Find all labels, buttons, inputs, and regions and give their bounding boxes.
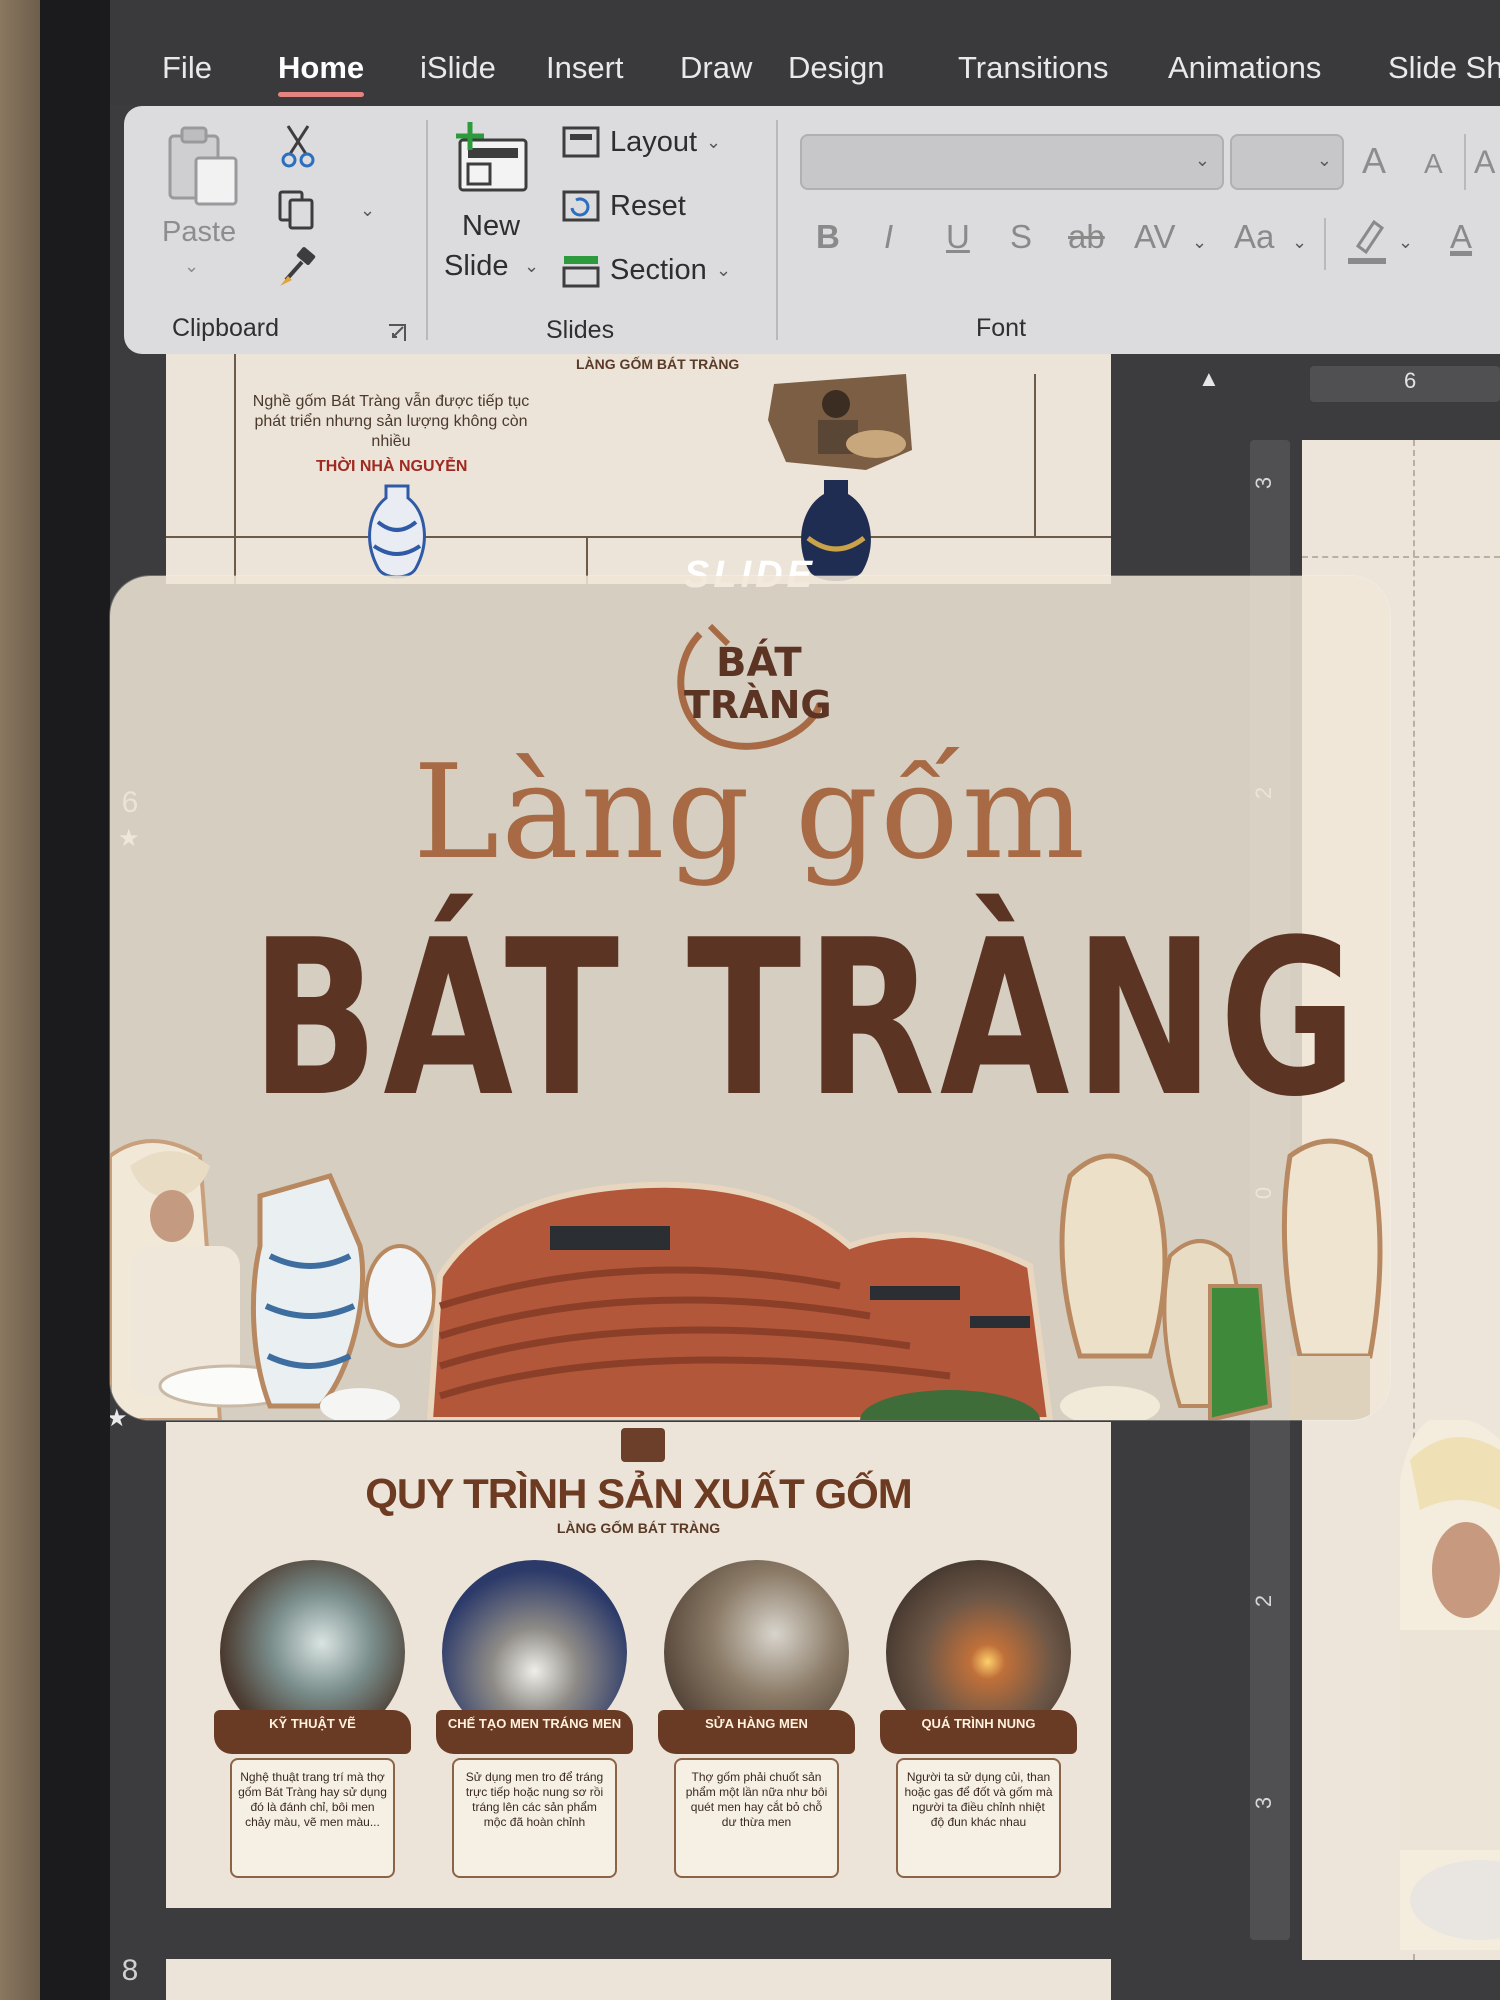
layout-chevron-icon[interactable]: ⌄: [706, 132, 721, 153]
process-step: SỬA HÀNG MEN Thợ gốm phải chuốt sản phẩm…: [658, 1560, 855, 1890]
paste-icon[interactable]: [166, 126, 240, 208]
font-name-chevron-icon[interactable]: ⌄: [1195, 150, 1210, 171]
font-name-combobox[interactable]: ⌄: [800, 134, 1224, 190]
title-main-text: BÁT TRÀNG: [250, 893, 1362, 1144]
copy-dropdown-chevron-icon[interactable]: ⌄: [360, 200, 375, 221]
strikethrough-button[interactable]: ab: [1068, 218, 1105, 256]
font-color-button[interactable]: A: [1450, 218, 1472, 256]
bat-trang-logo: BÁT TRÀNG: [677, 623, 830, 750]
thumbnail-logo: [621, 1428, 665, 1462]
ribbon-separator: [426, 120, 428, 340]
clipboard-group-label: Clipboard: [172, 314, 280, 342]
process-step: CHẾ TẠO MEN TRÁNG MEN Sử dụng men tro để…: [436, 1560, 633, 1890]
new-slide-chevron-icon[interactable]: ⌄: [524, 256, 539, 277]
potter-photo-image: [1400, 1420, 1500, 1950]
italic-button[interactable]: I: [884, 218, 893, 256]
step-label: QUÁ TRÌNH NUNG: [880, 1710, 1077, 1754]
logo-word-2: TRÀNG: [684, 683, 830, 727]
ribbon-separator: [776, 120, 778, 340]
shadow-button[interactable]: S: [1010, 218, 1032, 256]
section-icon[interactable]: [562, 254, 600, 288]
ribbon: Paste ⌄ ⌄ Clipboard New Slide ⌄ Layout ⌄…: [124, 106, 1500, 354]
step-label: SỬA HÀNG MEN: [658, 1710, 855, 1754]
title-script-text: Làng gốm: [412, 736, 1088, 888]
menu-home[interactable]: Home: [278, 50, 364, 86]
slide-thumbnail-process[interactable]: QUY TRÌNH SẢN XUẤT GỐM LÀNG GỐM BÁT TRÀN…: [166, 1422, 1111, 1908]
ruler-number: 3: [1251, 476, 1277, 490]
menu-slide-show[interactable]: Slide Sh: [1388, 50, 1500, 86]
thumbnail-caption: Nghề gốm Bát Tràng vẫn được tiếp tục phá…: [252, 393, 530, 450]
bold-button[interactable]: B: [816, 218, 840, 256]
reset-icon[interactable]: [562, 190, 600, 222]
menu-transitions[interactable]: Transitions: [958, 50, 1108, 86]
active-tab-indicator: [278, 92, 364, 97]
copy-icon[interactable]: [276, 188, 320, 232]
logo-word-1: BÁT: [716, 638, 802, 686]
highlight-color-icon[interactable]: [1344, 216, 1390, 266]
process-step: QUÁ TRÌNH NUNG Người ta sử dụng củi, tha…: [880, 1560, 1077, 1890]
paste-dropdown-chevron-icon[interactable]: ⌄: [184, 256, 199, 277]
layout-button[interactable]: Layout: [610, 126, 697, 159]
new-slide-label-1[interactable]: New: [462, 210, 520, 243]
menu-animations[interactable]: Animations: [1168, 50, 1321, 86]
section-chevron-icon[interactable]: ⌄: [716, 260, 731, 281]
case-chevron-icon[interactable]: ⌄: [1292, 232, 1307, 253]
desk-background: [0, 0, 40, 2000]
cut-icon[interactable]: [280, 124, 316, 168]
ruler-number: 2: [1251, 1594, 1277, 1608]
font-group-label: Font: [976, 314, 1027, 342]
change-case-button[interactable]: Aa: [1234, 218, 1274, 256]
new-slide-icon[interactable]: [452, 120, 532, 196]
thumbnail-period-label: THỜI NHÀ NGUYỄN: [316, 458, 468, 475]
font-size-combobox[interactable]: ⌄: [1230, 134, 1344, 190]
step-description: Người ta sử dụng củi, than hoặc gas để đ…: [896, 1758, 1061, 1878]
shrink-font-button[interactable]: A: [1424, 148, 1443, 180]
new-slide-label-2[interactable]: Slide: [444, 250, 509, 283]
slide-thumbnail-partial[interactable]: LÀNG GỐM BÁT TRÀNG Nghề gốm Bát Tràng vẫ…: [166, 354, 1111, 584]
section-button[interactable]: Section: [610, 254, 707, 287]
ribbon-separator: [1464, 134, 1466, 190]
slide-thumbnail-8[interactable]: [166, 1959, 1111, 2000]
ribbon-separator: [1324, 218, 1326, 270]
reset-button[interactable]: Reset: [610, 190, 686, 223]
spacing-chevron-icon[interactable]: ⌄: [1192, 232, 1207, 253]
menu-draw[interactable]: Draw: [680, 50, 752, 86]
step-description: Sử dụng men tro để tráng trực tiếp hoặc …: [452, 1758, 617, 1878]
process-step: KỸ THUẬT VẼ Nghệ thuật trang trí mà thợ …: [214, 1560, 411, 1890]
pottery-collage-image: [110, 1138, 1383, 1420]
process-title: QUY TRÌNH SẢN XUẤT GỐM: [365, 1470, 913, 1517]
step-description: Thợ gốm phải chuốt sản phẩm một lần nữa …: [674, 1758, 839, 1878]
monitor-bezel: [40, 0, 110, 2000]
timeline-line: [1034, 374, 1036, 536]
layout-icon[interactable]: [562, 126, 600, 158]
menu-file[interactable]: File: [162, 50, 212, 86]
highlight-chevron-icon[interactable]: ⌄: [1398, 232, 1413, 253]
font-size-chevron-icon[interactable]: ⌄: [1317, 150, 1332, 171]
scroll-up-icon[interactable]: ▲: [1198, 366, 1220, 392]
thumbnail-heading: LÀNG GỐM BÁT TRÀNG: [576, 356, 740, 372]
grow-font-button[interactable]: A: [1362, 140, 1386, 182]
timeline-line: [166, 536, 1111, 538]
process-subtitle: LÀNG GỐM BÁT TRÀNG: [556, 1520, 721, 1536]
potter-photo-image: [768, 374, 912, 470]
ruler-number: 3: [1251, 1796, 1277, 1810]
format-painter-icon[interactable]: [276, 246, 320, 290]
step-description: Nghệ thuật trang trí mà thợ gốm Bát Tràn…: [230, 1758, 395, 1878]
step-label: KỸ THUẬT VẼ: [214, 1710, 411, 1754]
ruler-number: 6: [1404, 368, 1417, 393]
character-spacing-button[interactable]: AV: [1134, 218, 1176, 256]
paste-label[interactable]: Paste: [162, 216, 236, 249]
clear-format-button[interactable]: A: [1474, 144, 1495, 181]
timeline-line: [234, 354, 236, 584]
menu-design[interactable]: Design: [788, 50, 885, 86]
dialog-launcher-icon[interactable]: [386, 322, 408, 344]
step-label: CHẾ TẠO MEN TRÁNG MEN: [436, 1710, 633, 1754]
menu-islide[interactable]: iSlide: [420, 50, 496, 86]
slides-group-label: Slides: [546, 316, 615, 344]
menu-insert[interactable]: Insert: [546, 50, 624, 86]
title-poster-card: BÁT TRÀNG Làng gốm BÁT TRÀNG: [110, 576, 1390, 1420]
underline-button[interactable]: U: [946, 218, 970, 256]
menu-bar: File Home iSlide Insert Draw Design Tran…: [110, 0, 1500, 105]
slide-number-8: 8: [121, 1954, 139, 1987]
